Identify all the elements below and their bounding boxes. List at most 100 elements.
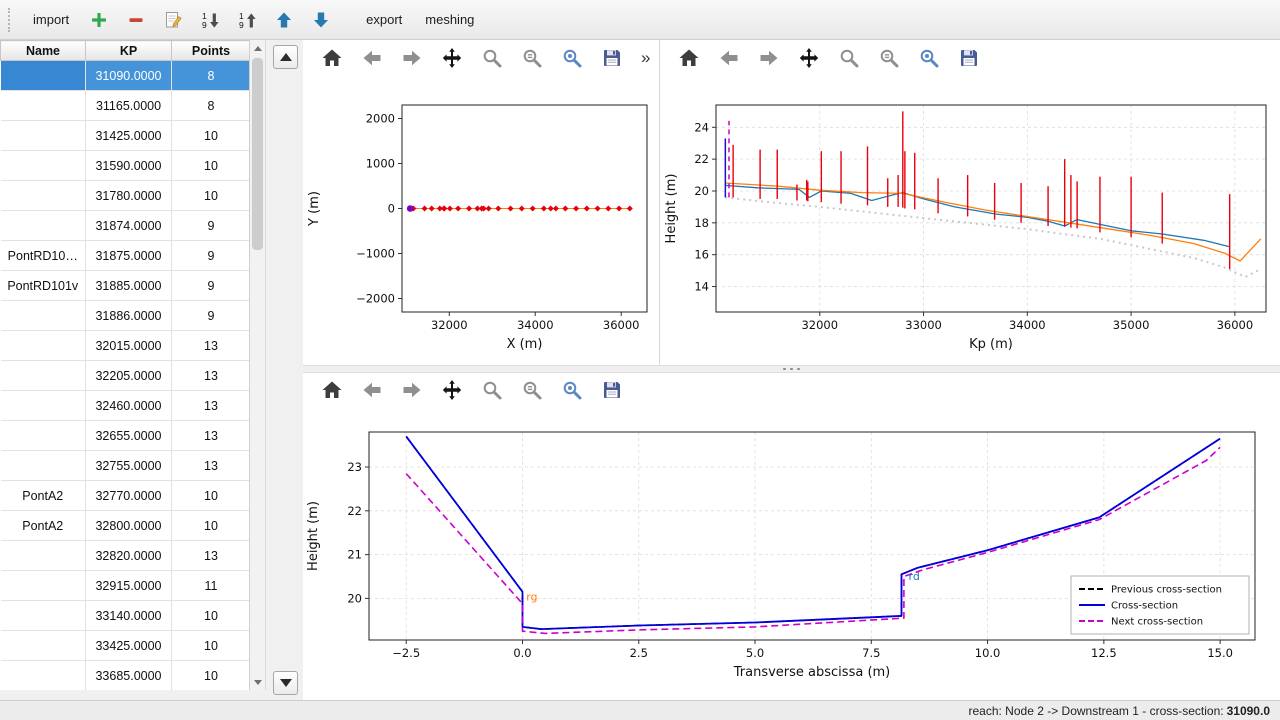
cell-points[interactable]: 10: [172, 661, 251, 691]
scroll-down-button[interactable]: [250, 674, 265, 690]
cell-name[interactable]: PontRD101v: [1, 271, 86, 301]
cell-name[interactable]: [1, 601, 86, 631]
mpl-forward-button[interactable]: [395, 375, 428, 405]
mpl-back-button[interactable]: [355, 375, 388, 405]
cell-kp[interactable]: 31885.0000: [86, 271, 172, 301]
scroll-up-button[interactable]: [250, 40, 265, 56]
cell-name[interactable]: [1, 121, 86, 151]
mpl-zoom-button[interactable]: [475, 43, 508, 73]
cell-kp[interactable]: 33685.0000: [86, 661, 172, 691]
edit-cross-section-button[interactable]: [157, 4, 189, 36]
remove-cross-section-button[interactable]: [120, 4, 152, 36]
cell-name[interactable]: [1, 661, 86, 691]
cell-kp[interactable]: 32655.0000: [86, 421, 172, 451]
cell-points[interactable]: 13: [172, 451, 251, 481]
meshing-button[interactable]: meshing: [416, 7, 483, 32]
mpl-home-button[interactable]: [315, 43, 348, 73]
table-row[interactable]: 32655.000013: [1, 421, 251, 451]
cell-name[interactable]: [1, 451, 86, 481]
cell-points[interactable]: 9: [172, 301, 251, 331]
horizontal-splitter[interactable]: [303, 365, 1280, 373]
mpl-customize-button[interactable]: [555, 43, 588, 73]
plan-view-chart[interactable]: 320003400036000−2000−1000010002000X (m)Y…: [304, 82, 660, 365]
cell-name[interactable]: [1, 151, 86, 181]
table-row[interactable]: PontA232770.000010: [1, 481, 251, 511]
cell-points[interactable]: 13: [172, 331, 251, 361]
mpl-pan-button[interactable]: [792, 43, 825, 73]
cell-points[interactable]: 10: [172, 181, 251, 211]
mpl-subplots-button[interactable]: [515, 375, 548, 405]
cross-section-chart[interactable]: −2.50.02.55.07.510.012.515.020212223Tran…: [303, 408, 1280, 695]
cell-kp[interactable]: 31090.0000: [86, 61, 172, 91]
mpl-pan-button[interactable]: [435, 375, 468, 405]
mpl-zoom-button[interactable]: [832, 43, 865, 73]
cell-points[interactable]: 13: [172, 361, 251, 391]
mpl-forward-button[interactable]: [395, 43, 428, 73]
table-row[interactable]: 31590.000010: [1, 151, 251, 181]
mpl-back-button[interactable]: [355, 43, 388, 73]
mpl-home-button[interactable]: [672, 43, 705, 73]
mpl-forward-button[interactable]: [752, 43, 785, 73]
cell-name[interactable]: [1, 61, 86, 91]
cell-points[interactable]: 13: [172, 541, 251, 571]
cell-points[interactable]: 9: [172, 271, 251, 301]
import-button[interactable]: import: [24, 7, 78, 32]
column-header-kp[interactable]: KP: [86, 41, 172, 61]
table-row[interactable]: 32015.000013: [1, 331, 251, 361]
cell-points[interactable]: 11: [172, 571, 251, 601]
cell-points[interactable]: 8: [172, 61, 251, 91]
sort-descending-button[interactable]: 19: [231, 4, 263, 36]
table-row[interactable]: PontA232800.000010: [1, 511, 251, 541]
cell-points[interactable]: 9: [172, 241, 251, 271]
column-header-name[interactable]: Name: [1, 41, 86, 61]
next-section-button[interactable]: [273, 671, 298, 695]
table-row[interactable]: 31165.00008: [1, 91, 251, 121]
table-row[interactable]: PontRD101v31885.00009: [1, 271, 251, 301]
mpl-home-button[interactable]: [315, 375, 348, 405]
mpl-subplots-button[interactable]: [515, 43, 548, 73]
cell-points[interactable]: 13: [172, 391, 251, 421]
cell-name[interactable]: PontA2: [1, 511, 86, 541]
table-row[interactable]: 31780.000010: [1, 181, 251, 211]
cell-kp[interactable]: 32015.0000: [86, 331, 172, 361]
table-row[interactable]: 32915.000011: [1, 571, 251, 601]
table-scrollbar[interactable]: [250, 40, 266, 690]
cell-kp[interactable]: 31874.0000: [86, 211, 172, 241]
mpl-back-button[interactable]: [712, 43, 745, 73]
table-row[interactable]: 32205.000013: [1, 361, 251, 391]
cell-name[interactable]: [1, 361, 86, 391]
cell-kp[interactable]: 32460.0000: [86, 391, 172, 421]
cell-points[interactable]: 13: [172, 421, 251, 451]
cell-points[interactable]: 10: [172, 511, 251, 541]
table-row[interactable]: 33140.000010: [1, 601, 251, 631]
cell-name[interactable]: [1, 91, 86, 121]
mpl-subplots-button[interactable]: [872, 43, 905, 73]
mpl-save-button[interactable]: [952, 43, 985, 73]
cell-kp[interactable]: 33425.0000: [86, 631, 172, 661]
cell-name[interactable]: [1, 571, 86, 601]
cell-name[interactable]: PontA2: [1, 481, 86, 511]
cell-name[interactable]: [1, 301, 86, 331]
mpl-customize-button[interactable]: [555, 375, 588, 405]
cell-name[interactable]: [1, 331, 86, 361]
move-up-button[interactable]: [268, 4, 300, 36]
mpl-save-button[interactable]: [595, 375, 628, 405]
cell-name[interactable]: [1, 541, 86, 571]
cell-name[interactable]: [1, 421, 86, 451]
table-row[interactable]: 31090.00008: [1, 61, 251, 91]
cell-points[interactable]: 9: [172, 211, 251, 241]
cell-points[interactable]: 10: [172, 601, 251, 631]
cell-name[interactable]: [1, 391, 86, 421]
cell-kp[interactable]: 32915.0000: [86, 571, 172, 601]
table-row[interactable]: PontRD10…31875.00009: [1, 241, 251, 271]
toolbar-drag-handle[interactable]: [8, 8, 13, 32]
cell-points[interactable]: 10: [172, 151, 251, 181]
cell-name[interactable]: [1, 631, 86, 661]
move-down-button[interactable]: [305, 4, 337, 36]
cell-points[interactable]: 8: [172, 91, 251, 121]
cell-kp[interactable]: 32800.0000: [86, 511, 172, 541]
cell-kp[interactable]: 31590.0000: [86, 151, 172, 181]
cell-kp[interactable]: 31780.0000: [86, 181, 172, 211]
export-button[interactable]: export: [357, 7, 411, 32]
cell-kp[interactable]: 33140.0000: [86, 601, 172, 631]
